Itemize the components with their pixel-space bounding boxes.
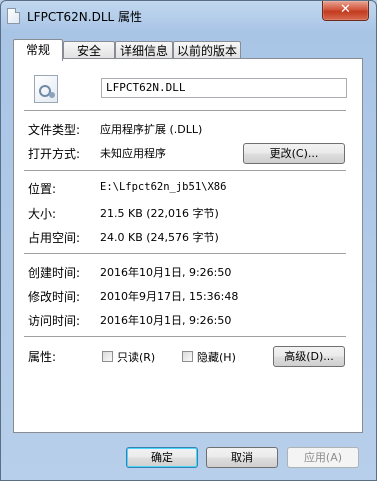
close-button[interactable]: ✕ <box>322 1 369 21</box>
created-label: 创建时间: <box>28 266 81 280</box>
ok-button[interactable]: 确定 <box>126 447 198 468</box>
filename-field[interactable]: LFPCT62N.DLL <box>101 78 347 98</box>
tab-security[interactable]: 安全 <box>63 41 115 59</box>
size-value: 21.5 KB (22,016 字节) <box>100 207 219 220</box>
size-on-disk-label: 占用空间: <box>28 231 81 245</box>
properties-dialog: LFPCT62N.DLL 属性 ✕ 常规 安全 详细信息 以前的版本 LFPCT… <box>0 0 377 481</box>
size-on-disk-value: 24.0 KB (24,576 字节) <box>100 231 219 244</box>
tab-details[interactable]: 详细信息 <box>115 41 173 59</box>
modified-value: 2010年9月17日, 15:36:48 <box>100 290 239 303</box>
hidden-label[interactable]: 隐藏(H) <box>197 349 236 365</box>
divider <box>24 336 346 337</box>
divider <box>24 110 346 111</box>
created-value: 2016年10月1日, 9:26:50 <box>100 266 232 279</box>
location-value: E:\Lfpct62n_jb51\X86 <box>100 181 227 193</box>
accessed-label: 访问时间: <box>28 314 81 328</box>
apply-button[interactable]: 应用(A) <box>287 447 359 468</box>
divider <box>24 170 346 171</box>
opens-with-value: 未知应用程序 <box>100 147 166 160</box>
hidden-checkbox[interactable] <box>182 351 193 362</box>
change-button[interactable]: 更改(C)... <box>243 143 345 164</box>
accessed-value: 2016年10月1日, 9:26:50 <box>100 314 232 327</box>
dll-file-icon <box>34 75 58 103</box>
title-bar[interactable]: LFPCT62N.DLL 属性 ✕ <box>1 1 376 31</box>
general-panel: LFPCT62N.DLL 文件类型: 应用程序扩展 (.DLL) 打开方式: 未… <box>13 58 363 433</box>
file-type-value: 应用程序扩展 (.DLL) <box>100 123 203 136</box>
attributes-label: 属性: <box>28 350 57 364</box>
readonly-checkbox[interactable] <box>102 351 113 362</box>
divider <box>24 253 346 254</box>
window-title: LFPCT62N.DLL 属性 <box>27 10 143 24</box>
advanced-button[interactable]: 高级(D)... <box>273 346 345 367</box>
location-label: 位置: <box>28 182 57 196</box>
opens-with-label: 打开方式: <box>28 147 81 161</box>
tab-general[interactable]: 常规 <box>13 39 63 61</box>
size-label: 大小: <box>28 207 57 221</box>
file-icon <box>7 8 20 24</box>
tab-previous-versions[interactable]: 以前的版本 <box>173 41 241 59</box>
modified-label: 修改时间: <box>28 290 81 304</box>
cancel-button[interactable]: 取消 <box>206 447 278 468</box>
readonly-label[interactable]: 只读(R) <box>117 349 155 365</box>
file-type-label: 文件类型: <box>28 123 81 137</box>
